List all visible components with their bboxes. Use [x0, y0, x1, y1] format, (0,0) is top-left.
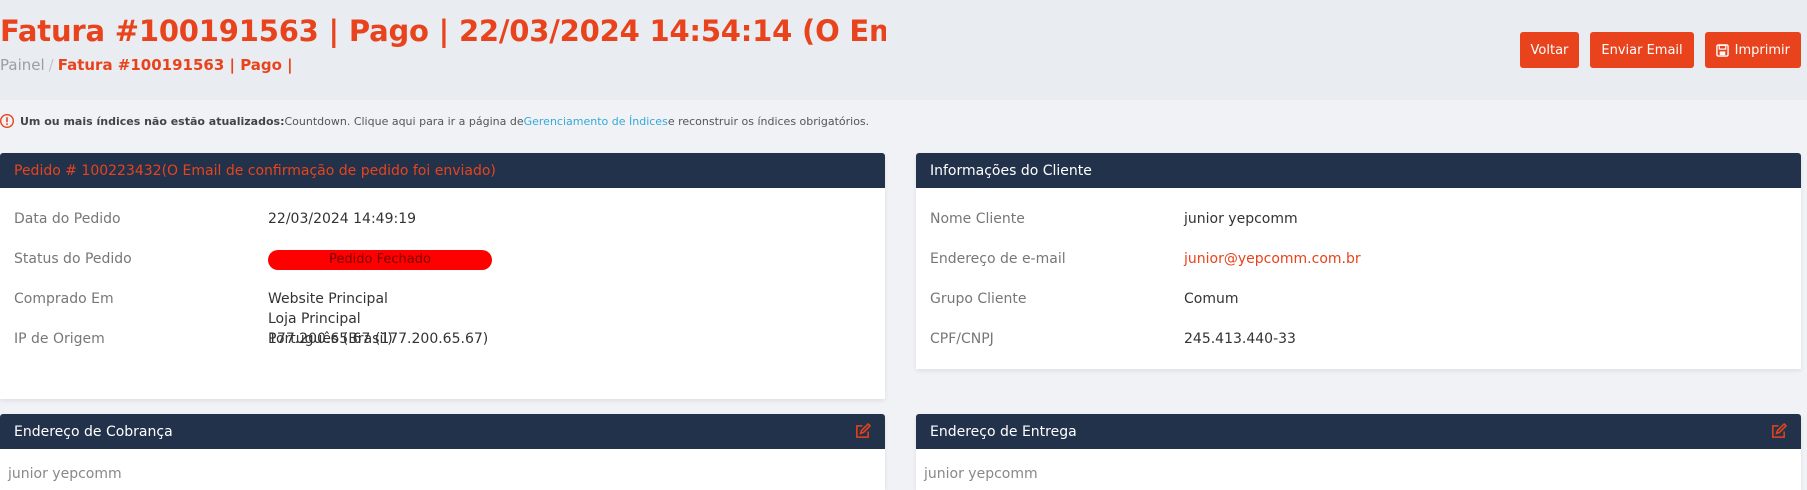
customer-panel-header: Informações do Cliente — [916, 153, 1801, 188]
order-status-label: Status do Pedido — [14, 251, 132, 267]
shipping-address-name: junior yepcomm — [924, 466, 1038, 482]
back-button-label: Voltar — [1530, 42, 1569, 58]
order-panel: Pedido # 100223432 (O Email de confirmaç… — [0, 153, 885, 399]
breadcrumb: Painel / Fatura #100191563 | Pago | — [0, 56, 293, 74]
billing-address-title: Endereço de Cobrança — [14, 423, 173, 440]
order-date-value: 22/03/2024 14:49:19 — [268, 211, 417, 227]
purchased-in-label: Comprado Em — [14, 291, 114, 307]
customer-name-value: junior yepcomm — [1184, 211, 1298, 227]
order-date-label: Data do Pedido — [14, 211, 121, 227]
customer-group-label: Grupo Cliente — [930, 291, 1027, 307]
floppy-disk-icon — [1715, 43, 1729, 57]
origin-ip-value: 177.200.65.67 (177.200.65.67) — [268, 331, 489, 347]
customer-name-row: Nome Cliente junior yepcomm — [916, 188, 1801, 228]
customer-email-link[interactable]: junior@yepcomm.com.br — [1184, 249, 1361, 269]
order-number: Pedido # 100223432 — [14, 162, 162, 179]
shipping-address-header: Endereço de Entrega — [916, 414, 1801, 449]
edit-icon[interactable] — [854, 423, 871, 440]
customer-panel: Informações do Cliente Nome Cliente juni… — [916, 153, 1801, 369]
customer-group-row: Grupo Cliente Comum — [916, 268, 1801, 308]
billing-address-panel: Endereço de Cobrança junior yepcomm — [0, 414, 885, 490]
customer-doc-label: CPF/CNPJ — [930, 331, 994, 347]
edit-icon[interactable] — [1770, 423, 1787, 440]
billing-address-header: Endereço de Cobrança — [0, 414, 885, 449]
page-title: Fatura #100191563 | Pago | 22/03/2024 14… — [0, 14, 886, 48]
print-button-label: Imprimir — [1734, 42, 1790, 58]
origin-ip-label: IP de Origem — [14, 331, 105, 347]
send-email-button-label: Enviar Email — [1601, 42, 1683, 58]
notice-bold-text: Um ou mais índices não estão atualizados… — [20, 114, 285, 128]
customer-email-row: Endereço de e-mail junior@yepcomm.com.br — [916, 228, 1801, 268]
toolbar: Voltar Enviar Email Imprimir — [1519, 32, 1801, 68]
index-management-link[interactable]: Gerenciamento de Índices — [524, 115, 668, 128]
breadcrumb-current: Fatura #100191563 | Pago | — [57, 56, 293, 74]
purchased-website: Website Principal — [268, 291, 388, 307]
order-status-value-wrap: Pedido Fechado — [268, 249, 492, 270]
customer-email-label: Endereço de e-mail — [930, 251, 1066, 267]
shipping-address-panel: Endereço de Entrega junior yepcomm — [916, 414, 1801, 490]
customer-panel-title: Informações do Cliente — [930, 162, 1092, 179]
order-date-row: Data do Pedido 22/03/2024 14:49:19 — [0, 188, 885, 228]
customer-name-label: Nome Cliente — [930, 211, 1025, 227]
order-status-row: Status do Pedido Pedido Fechado — [0, 228, 885, 270]
customer-doc-row: CPF/CNPJ 245.413.440-33 — [916, 308, 1801, 348]
customer-group-value: Comum — [1184, 291, 1239, 307]
customer-doc-value: 245.413.440-33 — [1184, 331, 1296, 347]
origin-ip-row: IP de Origem 177.200.65.67 (177.200.65.6… — [0, 308, 885, 348]
billing-address-name: junior yepcomm — [8, 466, 122, 482]
send-email-button[interactable]: Enviar Email — [1590, 32, 1694, 68]
shipping-address-title: Endereço de Entrega — [930, 423, 1077, 440]
print-button[interactable]: Imprimir — [1704, 32, 1801, 68]
notice-text: Countdown. Clique aqui para ir a página … — [284, 114, 524, 128]
index-notice: Um ou mais índices não estão atualizados… — [0, 114, 869, 128]
order-panel-header: Pedido # 100223432 (O Email de confirmaç… — [0, 153, 885, 188]
warning-icon — [0, 114, 14, 128]
breadcrumb-separator: / — [48, 56, 54, 74]
notice-text-end: e reconstruir os índices obrigatórios. — [667, 114, 870, 128]
order-email-status: (O Email de confirmação de pedido foi en… — [161, 162, 496, 179]
back-button[interactable]: Voltar — [1519, 32, 1580, 68]
breadcrumb-root-link[interactable]: Painel — [0, 56, 45, 74]
order-status-badge: Pedido Fechado — [268, 250, 492, 270]
